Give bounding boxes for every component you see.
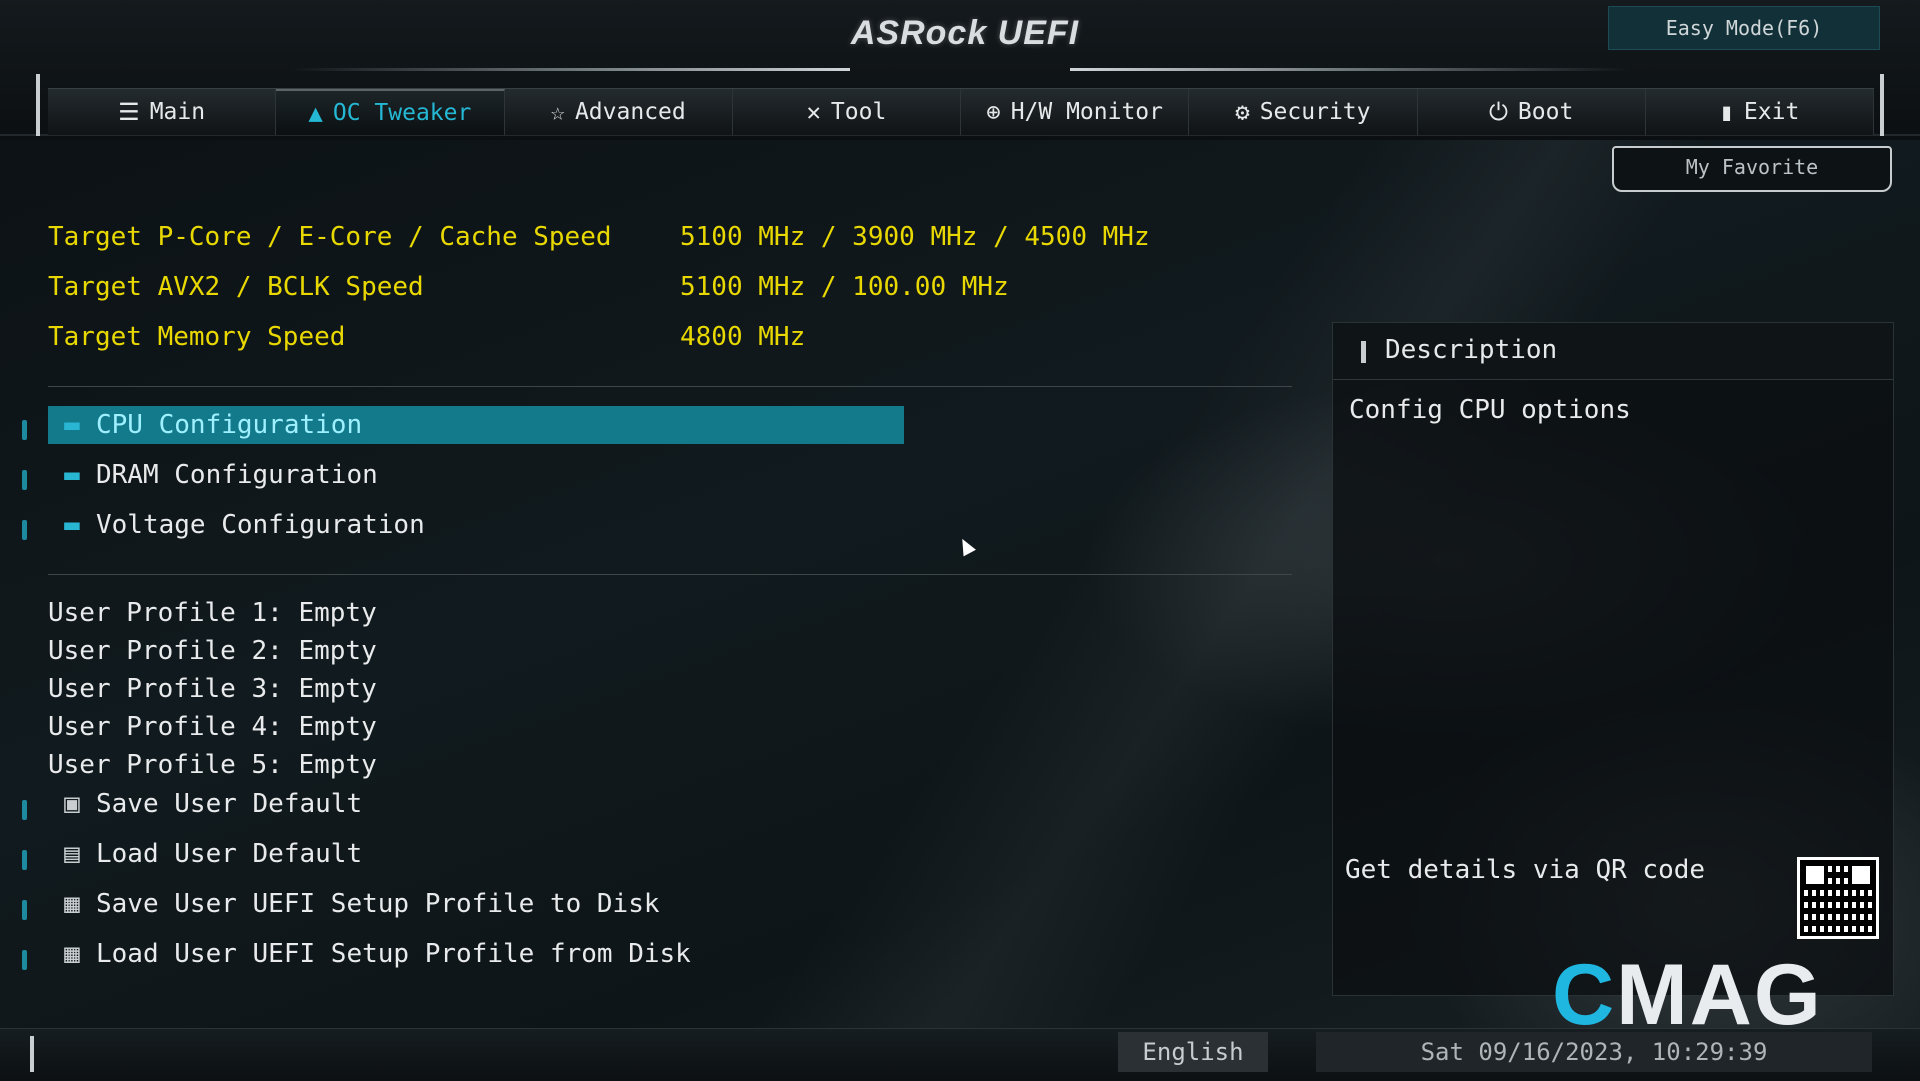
info-value: 4800 MHz [680,322,806,352]
floppy-icon: ▣ [64,789,80,819]
tab-security[interactable]: ⚙ Security [1189,89,1418,135]
cpu-configuration-item[interactable]: ▬ CPU Configuration [48,406,904,444]
info-value: 5100 MHz / 100.00 MHz [680,272,1009,302]
folder-icon: ▬ [64,410,80,440]
save-profile-to-disk-item[interactable]: ▦ Save User UEFI Setup Profile to Disk [48,885,904,923]
separator [48,574,1292,575]
qr-code [1797,857,1879,939]
shield-icon: ⚙ [1235,98,1250,126]
language-selector[interactable]: English [1118,1032,1268,1072]
item-label: DRAM Configuration [96,460,378,490]
main-tabs: ☰ Main ▲ OC Tweaker ☆ Advanced ✕ Tool ⊕ … [48,88,1874,135]
item-marker [22,800,27,820]
description-header: Description [1333,323,1893,380]
item-marker [22,950,27,970]
watermark-text: MAG [1616,947,1823,1043]
save-user-default-item[interactable]: ▣ Save User Default [48,785,904,823]
user-profile-4[interactable]: User Profile 4: Empty [48,712,377,742]
qr-caption: Get details via QR code [1345,855,1706,885]
item-label: Load User Default [96,839,363,869]
logo-wing-right [1070,68,1630,71]
item-label: Save User Default [96,789,363,819]
user-profile-1[interactable]: User Profile 1: Empty [48,598,377,628]
disk-load-icon: ▦ [64,939,80,969]
item-label: Save User UEFI Setup Profile to Disk [96,889,660,919]
item-marker [22,420,27,440]
tab-label: H/W Monitor [1010,99,1164,125]
logo-wing-left [290,68,850,71]
tab-exit[interactable]: ▮ Exit [1645,89,1874,135]
tools-icon: ✕ [806,98,821,126]
tab-boot[interactable]: ⏻ Boot [1417,89,1646,135]
folder-icon: ▬ [64,460,80,490]
user-profile-2[interactable]: User Profile 2: Empty [48,636,377,666]
tab-label: Security [1259,99,1371,125]
load-profile-from-disk-item[interactable]: ▦ Load User UEFI Setup Profile from Disk [48,935,904,973]
header-bar [1361,341,1366,363]
rocket-icon: ▲ [308,99,323,127]
my-favorite-button[interactable]: My Favorite [1612,146,1892,192]
tab-tool[interactable]: ✕ Tool [732,89,961,135]
power-icon: ⏻ [1488,98,1508,126]
tab-label: Main [149,99,206,125]
user-profile-5[interactable]: User Profile 5: Empty [48,750,377,780]
disk-save-icon: ▦ [64,889,80,919]
easy-mode-button[interactable]: Easy Mode(F6) [1608,6,1880,50]
tab-label: OC Tweaker [332,100,472,126]
list-icon: ☰ [118,98,140,126]
tab-advanced[interactable]: ☆ Advanced [504,89,733,135]
load-user-default-item[interactable]: ▤ Load User Default [48,835,904,873]
item-marker [22,520,27,540]
asrock-uefi-logo: ASRock UEFI [850,14,1080,52]
footer-edge [30,1036,34,1072]
info-label: Target AVX2 / BCLK Speed [48,272,424,302]
tab-main[interactable]: ☰ Main [48,89,277,135]
tab-label: Boot [1517,99,1574,125]
separator [48,386,1292,387]
tab-oc-tweaker[interactable]: ▲ OC Tweaker [276,89,505,135]
tab-label: Tool [830,99,887,125]
description-text: Config CPU options [1349,395,1631,425]
item-marker [22,470,27,490]
star-icon: ☆ [550,98,565,126]
description-title: Description [1385,335,1558,365]
exit-door-icon: ▮ [1719,98,1734,126]
item-label: CPU Configuration [96,410,363,440]
book-icon: ▤ [64,839,80,869]
info-value: 5100 MHz / 3900 MHz / 4500 MHz [680,222,1150,252]
cmag-watermark: CMAG [1552,950,1902,1040]
user-profile-3[interactable]: User Profile 3: Empty [48,674,377,704]
info-label: Target Memory Speed [48,322,346,352]
tab-label: Exit [1743,99,1800,125]
item-marker [22,850,27,870]
crosshair-icon: ⊕ [986,98,1001,126]
tabs-edge-left [36,74,40,136]
item-label: Voltage Configuration [96,510,425,540]
item-marker [22,900,27,920]
voltage-configuration-item[interactable]: ▬ Voltage Configuration [48,506,904,544]
watermark-c: C [1552,947,1617,1043]
tabs-edge-right [1880,74,1884,136]
folder-icon: ▬ [64,510,80,540]
item-label: Load User UEFI Setup Profile from Disk [96,939,691,969]
description-panel: Description Config CPU options Get detai… [1332,322,1894,996]
info-label: Target P-Core / E-Core / Cache Speed [48,222,612,252]
tab-hw-monitor[interactable]: ⊕ H/W Monitor [961,89,1190,135]
tab-label: Advanced [574,99,686,125]
dram-configuration-item[interactable]: ▬ DRAM Configuration [48,456,904,494]
